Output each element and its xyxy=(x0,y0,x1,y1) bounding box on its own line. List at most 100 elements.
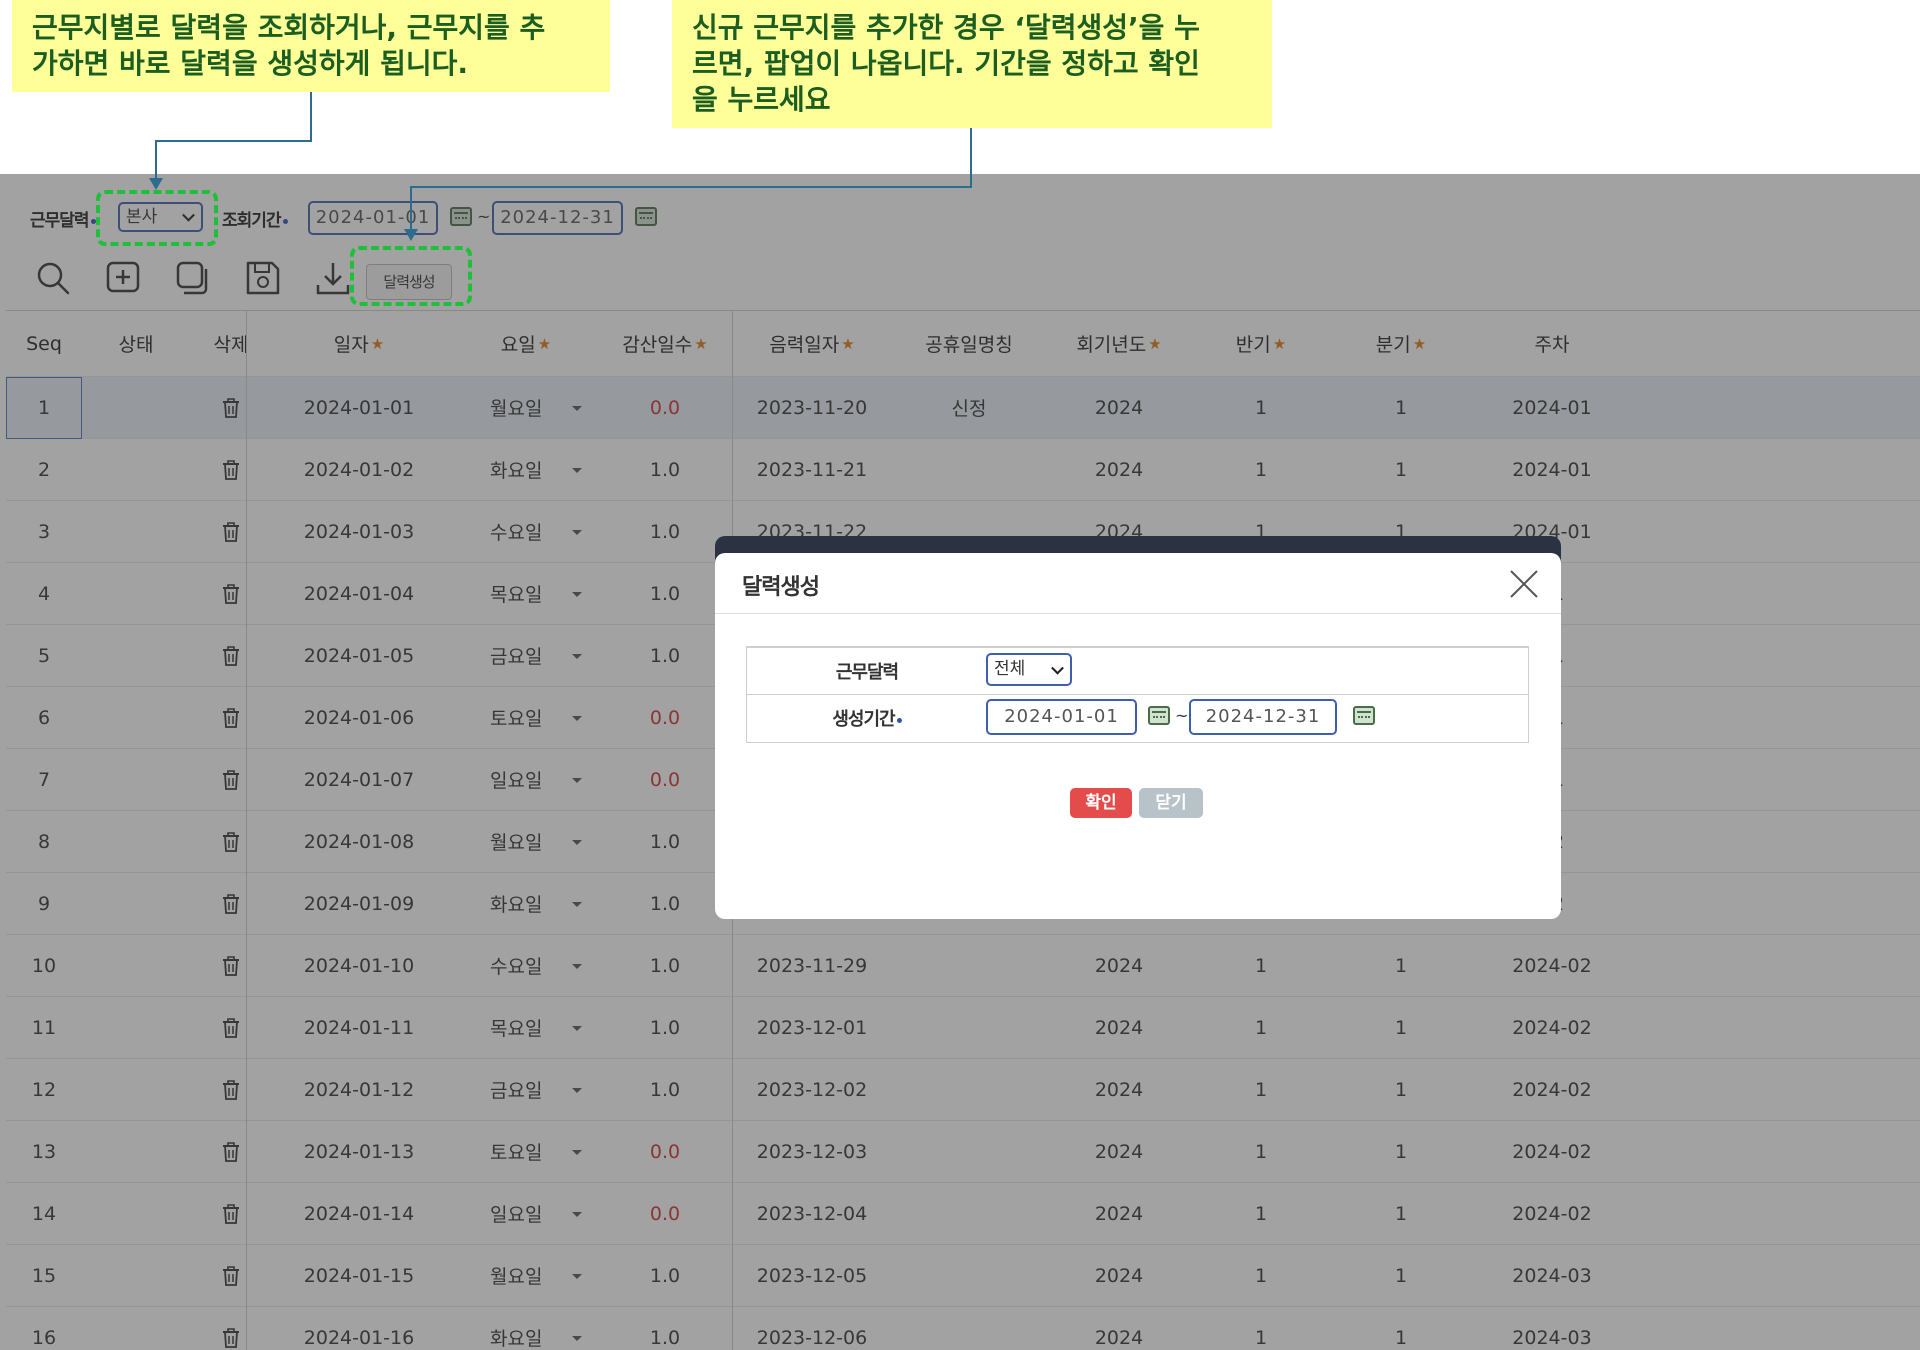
trash-icon[interactable] xyxy=(222,831,240,853)
trash-icon[interactable] xyxy=(222,893,240,915)
table-row[interactable]: 15 2024-01-15 월요일 1.0 2023-12-05 2024 1 1 2024-0… xyxy=(6,1245,1920,1307)
column-header[interactable]: 요일 ★ xyxy=(452,311,600,376)
dropdown-caret-icon[interactable] xyxy=(572,467,582,473)
column-header[interactable]: 삭제 xyxy=(189,311,273,376)
trash-icon[interactable] xyxy=(222,521,240,543)
table-row[interactable]: 16 2024-01-16 화요일 1.0 2023-12-06 2024 1 1 2024-0… xyxy=(6,1307,1920,1350)
weekday-cell[interactable]: 월요일 xyxy=(452,377,600,438)
close-icon[interactable] xyxy=(1509,569,1539,599)
save-icon[interactable] xyxy=(242,257,284,299)
dropdown-caret-icon[interactable] xyxy=(572,1335,582,1341)
delete-cell[interactable] xyxy=(189,811,273,872)
column-header[interactable]: 감산일수 ★ xyxy=(602,311,728,376)
calendar-icon[interactable] xyxy=(635,207,657,226)
table-row[interactable]: 11 2024-01-11 목요일 1.0 2023-12-01 2024 1 1 2024-0… xyxy=(6,997,1920,1059)
trash-icon[interactable] xyxy=(222,645,240,667)
dropdown-caret-icon[interactable] xyxy=(572,1273,582,1279)
add-icon[interactable] xyxy=(102,257,144,299)
confirm-button[interactable]: 확인 xyxy=(1070,788,1132,818)
date-from-input[interactable]: 2024-01-01 xyxy=(308,201,438,235)
search-icon[interactable] xyxy=(32,257,74,299)
column-header[interactable]: 주차 xyxy=(1472,311,1632,376)
weekday-cell[interactable]: 수요일 xyxy=(452,935,600,996)
calendar-icon[interactable] xyxy=(450,207,472,226)
dropdown-caret-icon[interactable] xyxy=(572,1087,582,1093)
trash-icon[interactable] xyxy=(222,769,240,791)
dropdown-caret-icon[interactable] xyxy=(572,1211,582,1217)
close-button[interactable]: 닫기 xyxy=(1139,788,1203,818)
weekday-cell[interactable]: 토요일 xyxy=(452,687,600,748)
weekday-cell[interactable]: 월요일 xyxy=(452,811,600,872)
modal-date-from-input[interactable]: 2024-01-01 xyxy=(986,699,1137,735)
dropdown-caret-icon[interactable] xyxy=(572,591,582,597)
trash-icon[interactable] xyxy=(222,1079,240,1101)
copy-icon[interactable] xyxy=(172,257,214,299)
trash-icon[interactable] xyxy=(222,955,240,977)
modal-date-to-input[interactable]: 2024-12-31 xyxy=(1189,699,1337,735)
weekday-cell[interactable]: 화요일 xyxy=(452,1307,600,1350)
column-header[interactable]: 일자 ★ xyxy=(274,311,444,376)
trash-icon[interactable] xyxy=(222,1203,240,1225)
delete-cell[interactable] xyxy=(189,501,273,562)
delete-cell[interactable] xyxy=(189,873,273,934)
column-header[interactable]: Seq xyxy=(6,311,82,376)
trash-icon[interactable] xyxy=(222,707,240,729)
delete-cell[interactable] xyxy=(189,1307,273,1350)
trash-icon[interactable] xyxy=(222,1265,240,1287)
table-row[interactable]: 2 2024-01-02 화요일 1.0 2023-11-21 2024 1 1 2024-01 xyxy=(6,439,1920,501)
trash-icon[interactable] xyxy=(222,1017,240,1039)
delete-cell[interactable] xyxy=(189,1059,273,1120)
column-header[interactable]: 상태 xyxy=(98,311,174,376)
dropdown-caret-icon[interactable] xyxy=(572,405,582,411)
column-header[interactable]: 분기 ★ xyxy=(1330,311,1472,376)
column-header[interactable]: 반기 ★ xyxy=(1192,311,1330,376)
calendar-icon[interactable] xyxy=(1353,706,1375,725)
dropdown-caret-icon[interactable] xyxy=(572,1149,582,1155)
delete-cell[interactable] xyxy=(189,1183,273,1244)
dropdown-caret-icon[interactable] xyxy=(572,715,582,721)
dropdown-caret-icon[interactable] xyxy=(572,777,582,783)
delete-cell[interactable] xyxy=(189,749,273,810)
column-header[interactable]: 회기년도 ★ xyxy=(1046,311,1192,376)
trash-icon[interactable] xyxy=(222,583,240,605)
table-row[interactable]: 10 2024-01-10 수요일 1.0 2023-11-29 2024 1 1 2024-0… xyxy=(6,935,1920,997)
date-to-input[interactable]: 2024-12-31 xyxy=(492,201,623,235)
trash-icon[interactable] xyxy=(222,1141,240,1163)
delete-cell[interactable] xyxy=(189,377,273,438)
delete-cell[interactable] xyxy=(189,997,273,1058)
weekday-cell[interactable]: 수요일 xyxy=(452,501,600,562)
delete-cell[interactable] xyxy=(189,439,273,500)
weekday-cell[interactable]: 토요일 xyxy=(452,1121,600,1182)
column-header[interactable]: 공휴일명칭 xyxy=(892,311,1046,376)
table-row[interactable]: 1 2024-01-01 월요일 0.0 2023-11-20 신정 2024 1 1 2024-… xyxy=(6,377,1920,439)
trash-icon[interactable] xyxy=(222,1327,240,1349)
weekday-cell[interactable]: 화요일 xyxy=(452,873,600,934)
weekday-cell[interactable]: 목요일 xyxy=(452,997,600,1058)
dropdown-caret-icon[interactable] xyxy=(572,653,582,659)
weekday-cell[interactable]: 일요일 xyxy=(452,1183,600,1244)
delete-cell[interactable] xyxy=(189,935,273,996)
table-row[interactable]: 14 2024-01-14 일요일 0.0 2023-12-04 2024 1 1 2024-0… xyxy=(6,1183,1920,1245)
delete-cell[interactable] xyxy=(189,1245,273,1306)
dropdown-caret-icon[interactable] xyxy=(572,1025,582,1031)
dropdown-caret-icon[interactable] xyxy=(572,901,582,907)
weekday-cell[interactable]: 금요일 xyxy=(452,1059,600,1120)
table-row[interactable]: 13 2024-01-13 토요일 0.0 2023-12-03 2024 1 1 2024-0… xyxy=(6,1121,1920,1183)
dropdown-caret-icon[interactable] xyxy=(572,963,582,969)
weekday-cell[interactable]: 월요일 xyxy=(452,1245,600,1306)
column-header[interactable]: 음력일자 ★ xyxy=(732,311,892,376)
dropdown-caret-icon[interactable] xyxy=(572,529,582,535)
delete-cell[interactable] xyxy=(189,687,273,748)
weekday-cell[interactable]: 금요일 xyxy=(452,625,600,686)
weekday-cell[interactable]: 목요일 xyxy=(452,563,600,624)
table-row[interactable]: 12 2024-01-12 금요일 1.0 2023-12-02 2024 1 1 2024-0… xyxy=(6,1059,1920,1121)
dropdown-caret-icon[interactable] xyxy=(572,839,582,845)
trash-icon[interactable] xyxy=(222,397,240,419)
trash-icon[interactable] xyxy=(222,459,240,481)
modal-calendar-select[interactable]: 전체 xyxy=(986,653,1072,686)
delete-cell[interactable] xyxy=(189,1121,273,1182)
delete-cell[interactable] xyxy=(189,625,273,686)
weekday-cell[interactable]: 화요일 xyxy=(452,439,600,500)
delete-cell[interactable] xyxy=(189,563,273,624)
download-icon[interactable] xyxy=(312,257,354,299)
